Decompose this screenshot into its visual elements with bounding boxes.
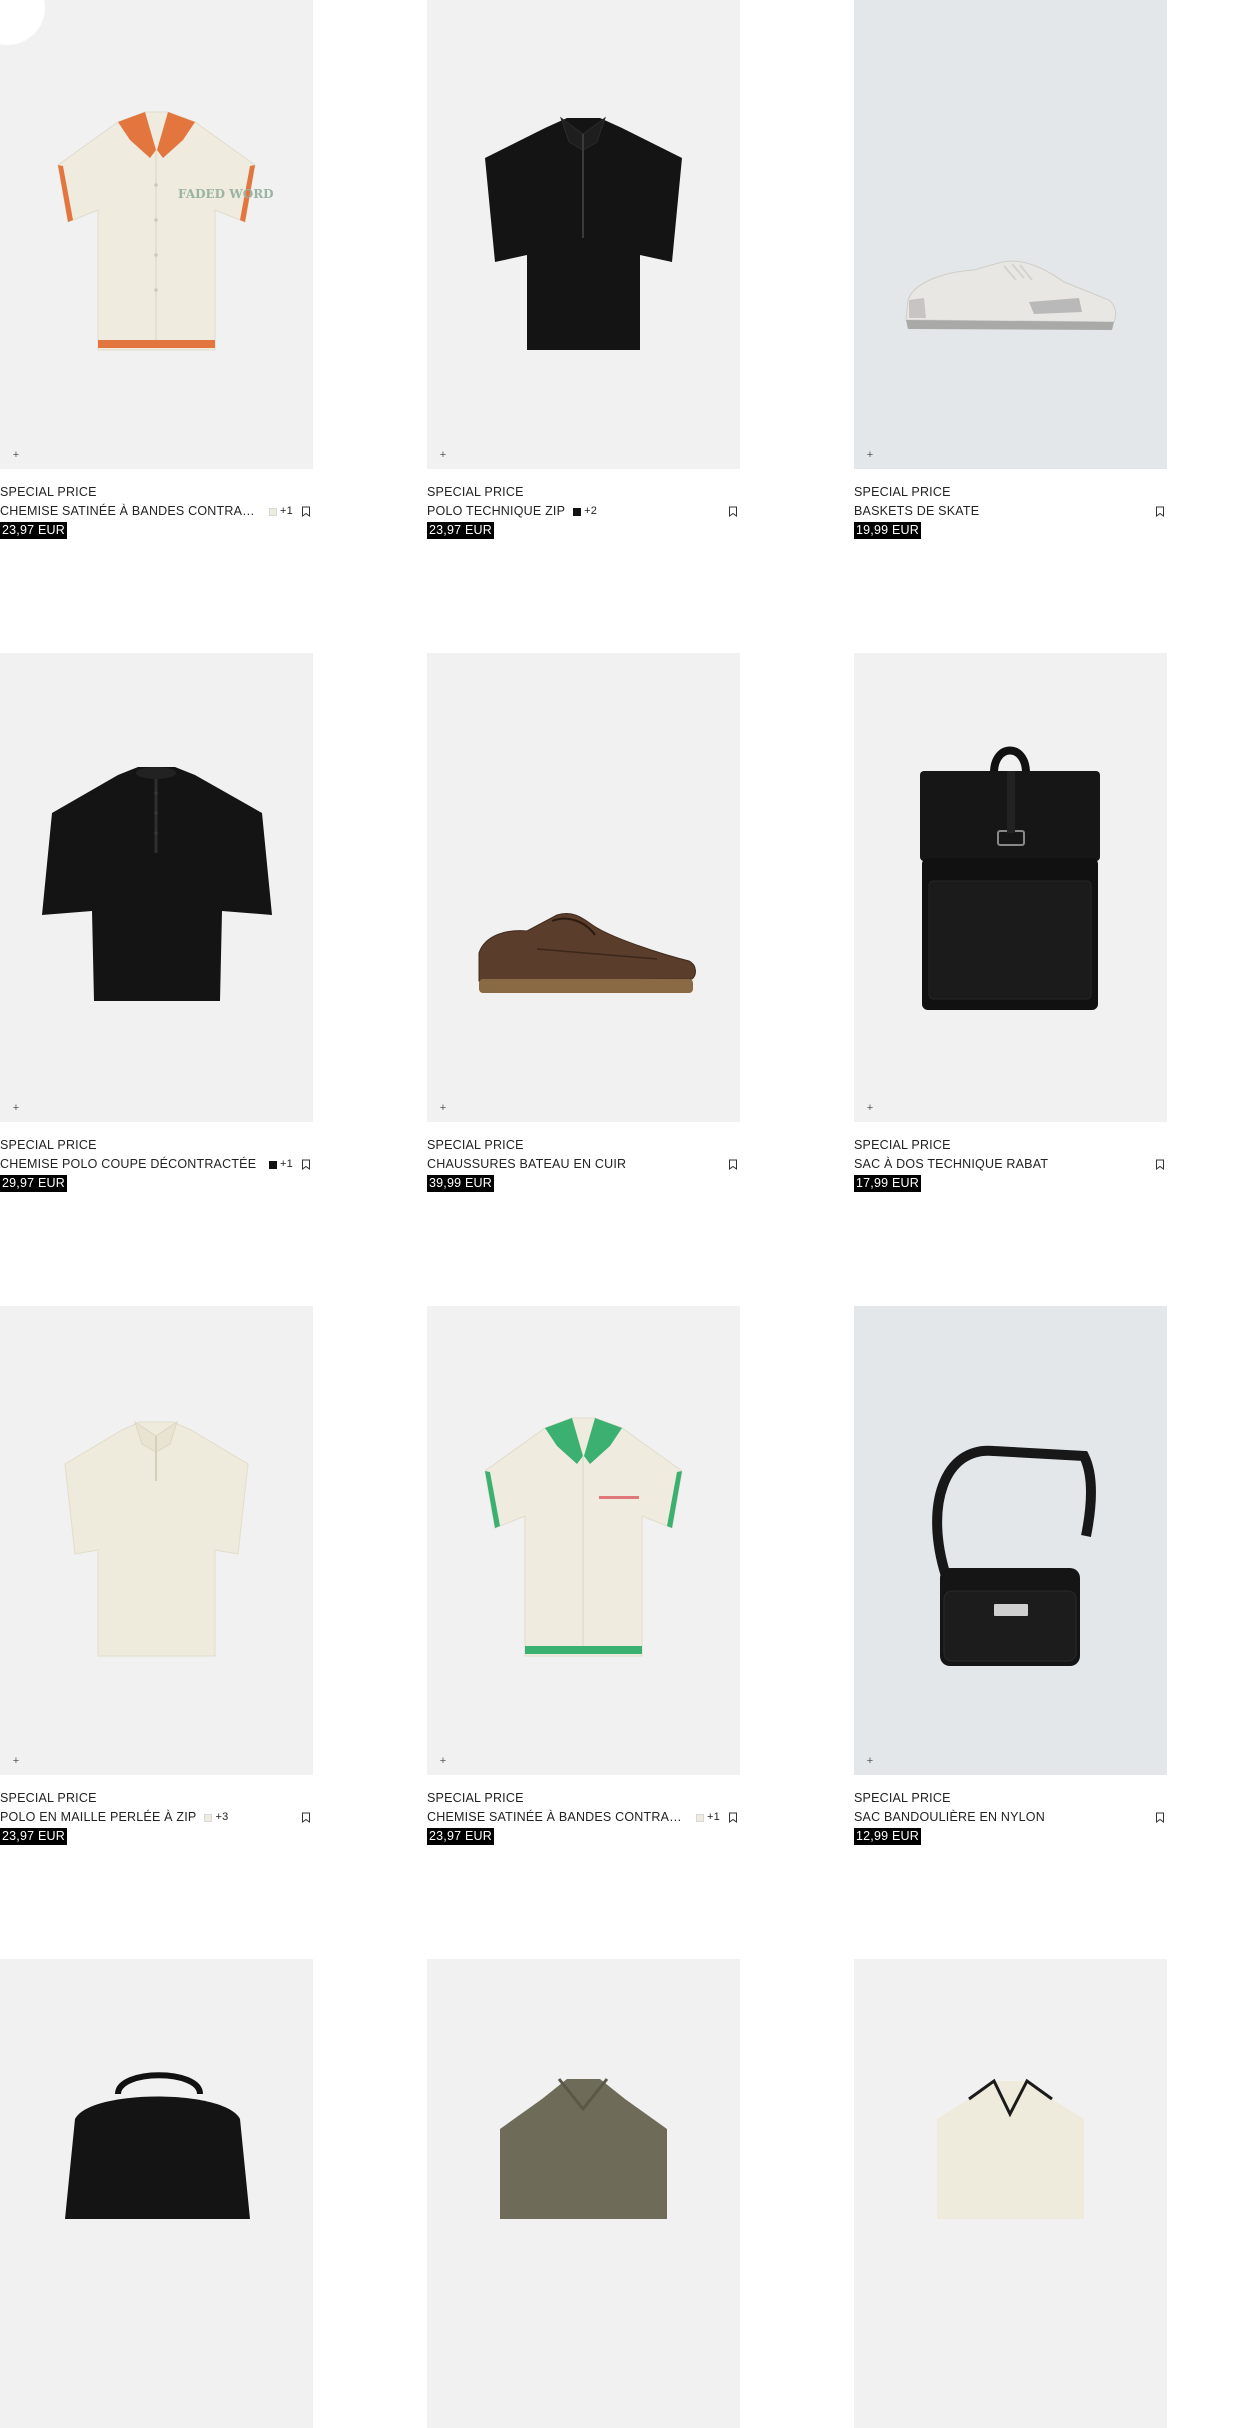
quick-add-icon[interactable]: + [10, 1755, 22, 1767]
product-price: 12,99 EUR [854, 1828, 921, 1845]
product-card[interactable]: FADED WORD + SPECIAL PRICE CHEMISE SATIN… [0, 0, 313, 540]
product-image-bag-black-partial[interactable] [0, 1959, 313, 2428]
bookmark-icon[interactable] [726, 505, 740, 519]
quick-add-icon[interactable]: + [437, 449, 449, 461]
quick-add-icon[interactable]: + [864, 1102, 876, 1114]
product-name[interactable]: CHEMISE SATINÉE À BANDES CONTRASTÉES [427, 1808, 688, 1827]
bookmark-icon[interactable] [299, 1811, 313, 1825]
special-price-tag: SPECIAL PRICE [854, 485, 951, 499]
product-price: 39,99 EUR [427, 1175, 494, 1192]
product-card[interactable]: + SPECIAL PRICE CHAUSSURES BATEAU EN CUI… [427, 653, 740, 1193]
product-card[interactable] [427, 1959, 740, 2428]
product-image-shirt-orange-trim[interactable]: FADED WORD + [0, 0, 313, 469]
product-card[interactable]: + SPECIAL PRICE SAC BANDOULIÈRE EN NYLON… [854, 1306, 1167, 1846]
product-price: 17,99 EUR [854, 1175, 921, 1192]
product-name[interactable]: CHAUSSURES BATEAU EN CUIR [427, 1155, 720, 1174]
quick-add-icon[interactable]: + [10, 1102, 22, 1114]
product-name[interactable]: POLO TECHNIQUE ZIP [427, 502, 565, 521]
special-price-tag: SPECIAL PRICE [0, 485, 97, 499]
quick-add-icon[interactable]: + [437, 1755, 449, 1767]
bag-black-illustration [65, 2072, 250, 2219]
product-name[interactable]: CHEMISE SATINÉE À BANDES CONTRASTÉES [0, 502, 261, 521]
color-swatch[interactable] [269, 507, 278, 516]
color-swatches[interactable]: +1 [269, 1155, 293, 1174]
product-name[interactable]: CHEMISE POLO COUPE DÉCONTRACTÉE [0, 1155, 261, 1174]
henley-black-illustration [42, 767, 272, 1001]
boat-shoe-brown-illustration [478, 913, 696, 993]
special-price-tag: SPECIAL PRICE [0, 1138, 97, 1152]
more-colors-count: +3 [215, 1811, 229, 1823]
product-name[interactable]: SAC BANDOULIÈRE EN NYLON [854, 1808, 1147, 1827]
polo-cream-knit-illustration [64, 1420, 249, 1657]
product-image-shirt-olive-partial[interactable] [427, 1959, 740, 2428]
product-image-polo-black-zip[interactable]: + [427, 0, 740, 469]
color-swatch[interactable] [696, 1813, 705, 1822]
bookmark-icon[interactable] [726, 1811, 740, 1825]
product-price: 23,97 EUR [427, 522, 494, 539]
product-card[interactable]: + SPECIAL PRICE CHEMISE POLO COUPE DÉCON… [0, 653, 313, 1193]
product-image-backpack-black[interactable]: + [854, 653, 1167, 1122]
more-colors-count: +1 [707, 1811, 720, 1823]
product-card[interactable] [854, 1959, 1167, 2428]
bookmark-icon[interactable] [299, 505, 313, 519]
product-card[interactable]: + SPECIAL PRICE BASKETS DE SKATE 19,99 E… [854, 0, 1167, 540]
more-colors-count: +2 [584, 505, 598, 517]
product-card[interactable] [0, 1959, 313, 2428]
polo-black-zip-illustration [485, 116, 682, 350]
quick-add-icon[interactable]: + [437, 1102, 449, 1114]
color-swatch[interactable] [573, 507, 582, 516]
shirt-print-text: FADED WORD [178, 187, 274, 201]
product-card[interactable]: + SPECIAL PRICE POLO TECHNIQUE ZIP +2 23… [427, 0, 740, 540]
product-image-boat-shoe-brown[interactable]: + [427, 653, 740, 1122]
product-image-henley-black[interactable]: + [0, 653, 313, 1122]
special-price-tag: SPECIAL PRICE [854, 1138, 951, 1152]
product-price: 19,99 EUR [854, 522, 921, 539]
backpack-black-illustration [920, 746, 1100, 1010]
product-price: 29,97 EUR [0, 1175, 67, 1192]
product-image-shirt-cream-black-trim-partial[interactable] [854, 1959, 1167, 2428]
shirt-cream-black-trim-illustration [937, 2078, 1084, 2219]
bookmark-icon[interactable] [1153, 1811, 1167, 1825]
color-swatch[interactable] [269, 1160, 278, 1169]
color-swatches[interactable]: +1 [269, 502, 293, 521]
special-price-tag: SPECIAL PRICE [0, 1791, 97, 1805]
more-colors-count: +1 [280, 505, 293, 517]
product-card[interactable]: + SPECIAL PRICE POLO EN MAILLE PERLÉE À … [0, 1306, 313, 1846]
quick-add-icon[interactable]: + [864, 1755, 876, 1767]
product-image-polo-cream-knit[interactable]: + [0, 1306, 313, 1775]
special-price-tag: SPECIAL PRICE [427, 1791, 524, 1805]
product-card[interactable]: + SPECIAL PRICE CHEMISE SATINÉE À BANDES… [427, 1306, 740, 1846]
product-name[interactable]: POLO EN MAILLE PERLÉE À ZIP [0, 1808, 196, 1827]
sneaker-grey-illustration [905, 260, 1117, 330]
special-price-tag: SPECIAL PRICE [854, 1791, 951, 1805]
color-swatches[interactable]: +3 [204, 1808, 228, 1827]
quick-add-icon[interactable]: + [864, 449, 876, 461]
quick-add-icon[interactable]: + [10, 449, 22, 461]
product-price: 23,97 EUR [0, 522, 67, 539]
special-price-tag: SPECIAL PRICE [427, 1138, 524, 1152]
bookmark-icon[interactable] [1153, 505, 1167, 519]
crossbody-black-illustration [932, 1445, 1096, 1666]
product-grid: FADED WORD + SPECIAL PRICE CHEMISE SATIN… [0, 0, 1250, 2428]
special-price-tag: SPECIAL PRICE [427, 485, 524, 499]
bookmark-icon[interactable] [726, 1158, 740, 1172]
color-swatch[interactable] [204, 1813, 213, 1822]
product-image-shirt-green-trim[interactable]: + [427, 1306, 740, 1775]
color-swatches[interactable]: +2 [573, 502, 597, 521]
product-name[interactable]: SAC À DOS TECHNIQUE RABAT [854, 1155, 1147, 1174]
product-image-sneaker-grey[interactable]: + [854, 0, 1167, 469]
shirt-green-trim-illustration [484, 1417, 683, 1657]
more-colors-count: +1 [280, 1158, 293, 1170]
color-swatches[interactable]: +1 [696, 1808, 720, 1827]
product-name[interactable]: BASKETS DE SKATE [854, 502, 1147, 521]
product-card[interactable]: + SPECIAL PRICE SAC À DOS TECHNIQUE RABA… [854, 653, 1167, 1193]
shirt-orange-trim-illustration: FADED WORD [57, 111, 274, 351]
shirt-olive-illustration [500, 2078, 667, 2219]
product-price: 23,97 EUR [427, 1828, 494, 1845]
product-image-crossbody-black[interactable]: + [854, 1306, 1167, 1775]
product-price: 23,97 EUR [0, 1828, 67, 1845]
bookmark-icon[interactable] [299, 1158, 313, 1172]
bookmark-icon[interactable] [1153, 1158, 1167, 1172]
